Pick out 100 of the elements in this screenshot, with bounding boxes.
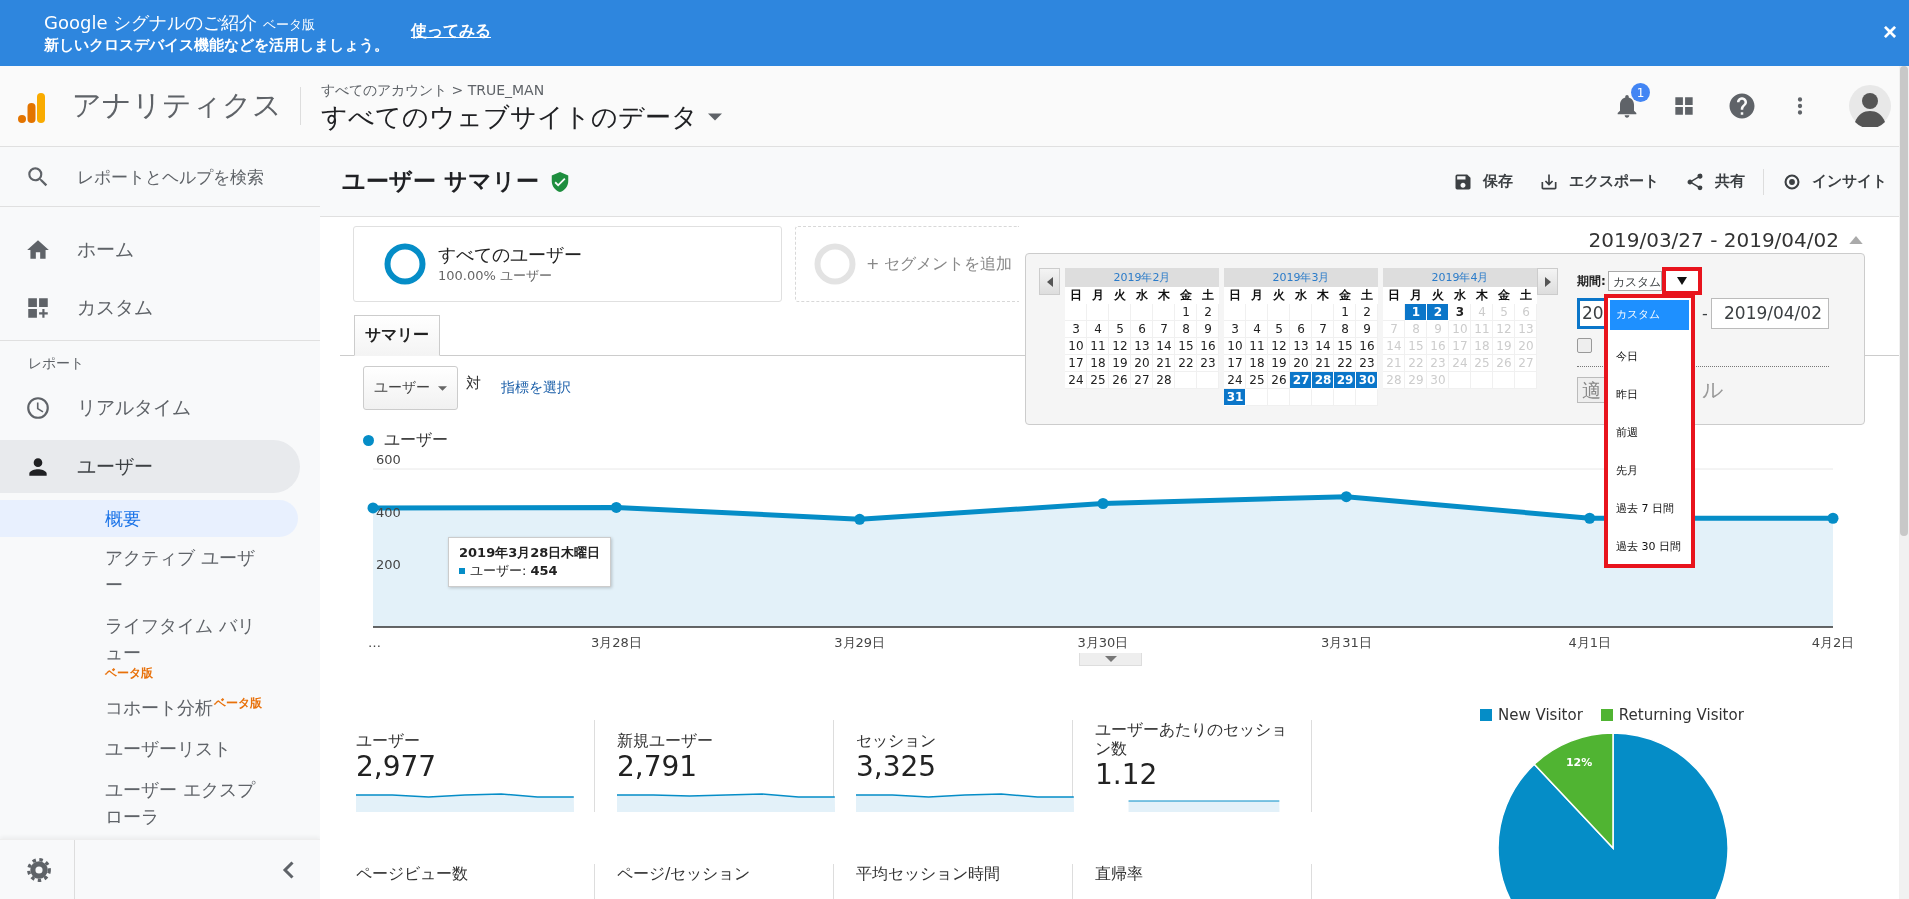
calendar-day[interactable]: 14: [1312, 338, 1334, 355]
calendar-day[interactable]: 22: [1175, 355, 1197, 372]
calendar-day[interactable]: 23: [1356, 355, 1378, 372]
dropdown-option[interactable]: 前週: [1610, 414, 1689, 452]
calendar-day[interactable]: 21: [1153, 355, 1175, 372]
calendar-day[interactable]: 11: [1087, 338, 1109, 355]
period-dropdown[interactable]: カスタム: [1608, 271, 1662, 291]
data-point[interactable]: [1340, 491, 1352, 503]
data-point[interactable]: [1827, 512, 1839, 524]
pie-slice[interactable]: [1497, 732, 1729, 899]
search-field[interactable]: レポートとヘルプを検索: [75, 165, 309, 188]
calendar-day[interactable]: 10: [1224, 338, 1246, 355]
save-button[interactable]: 保存: [1453, 171, 1513, 192]
data-point[interactable]: [854, 513, 866, 525]
calendar-day[interactable]: 21: [1312, 355, 1334, 372]
scrollbar[interactable]: [1899, 66, 1909, 899]
export-button[interactable]: エクスポート: [1539, 171, 1659, 192]
calendar-day[interactable]: 18: [1087, 355, 1109, 372]
close-button[interactable]: ×: [1879, 20, 1901, 44]
nav-item[interactable]: リアルタイム: [0, 379, 300, 437]
tab[interactable]: サマリー: [354, 315, 440, 356]
dropdown-option[interactable]: 昨日: [1610, 376, 1689, 414]
calendar-day[interactable]: 16: [1356, 338, 1378, 355]
calendar-day[interactable]: 20: [1131, 355, 1153, 372]
calendar-day[interactable]: 1: [1175, 304, 1197, 321]
nav-subitem[interactable]: アクティブ ユーザー: [0, 537, 267, 605]
metric-dropdown[interactable]: ユーザー: [363, 366, 458, 410]
end-date-field[interactable]: 2019/04/02: [1711, 298, 1829, 329]
calendar-day[interactable]: 11: [1246, 338, 1268, 355]
calendar-day[interactable]: 13: [1131, 338, 1153, 355]
calendar-day[interactable]: 19: [1109, 355, 1131, 372]
add-segment-card[interactable]: + セグメントを追加: [795, 226, 1019, 302]
calendar-day[interactable]: 29: [1334, 372, 1356, 389]
calendar-day[interactable]: 13: [1290, 338, 1312, 355]
calendar-day[interactable]: 1: [1334, 304, 1356, 321]
try-it-link[interactable]: 使ってみる: [411, 20, 491, 42]
calendar-day[interactable]: 2: [1427, 304, 1449, 321]
calendar-day[interactable]: 28: [1312, 372, 1334, 389]
calendar-day[interactable]: 31: [1224, 389, 1246, 406]
calendar-day[interactable]: 17: [1065, 355, 1087, 372]
calendar-day[interactable]: 9: [1197, 321, 1219, 338]
calendar-day[interactable]: 23: [1197, 355, 1219, 372]
nav-subitem[interactable]: 概要: [0, 500, 298, 537]
calendar-day[interactable]: 15: [1175, 338, 1197, 355]
nav-item[interactable]: ホーム: [0, 221, 300, 279]
calendar-day[interactable]: 25: [1246, 372, 1268, 389]
nav-subitem[interactable]: コホート分析$^{ベータ版}$: [0, 687, 267, 728]
calendar-day[interactable]: 12: [1109, 338, 1131, 355]
nav-subitem[interactable]: ユーザー エクスプローラ: [0, 769, 267, 837]
calendar-day[interactable]: 8: [1334, 321, 1356, 338]
calendar-day[interactable]: 9: [1356, 321, 1378, 338]
calendar-day[interactable]: 24: [1065, 372, 1087, 389]
nav-subitem[interactable]: ユーザーリスト: [0, 728, 267, 769]
select-metric-link[interactable]: 指標を選択: [501, 379, 571, 397]
calendar-day[interactable]: 7: [1312, 321, 1334, 338]
calendar-day[interactable]: 24: [1224, 372, 1246, 389]
nav-item[interactable]: カスタム: [0, 279, 300, 337]
calendar-day[interactable]: 30: [1356, 372, 1378, 389]
calendar-day[interactable]: 18: [1246, 355, 1268, 372]
calendar-day[interactable]: 26: [1268, 372, 1290, 389]
calendar-day[interactable]: 10: [1065, 338, 1087, 355]
calendar-day[interactable]: 3: [1065, 321, 1087, 338]
calendar-day[interactable]: 27: [1131, 372, 1153, 389]
previous-month-button[interactable]: [1039, 268, 1060, 295]
dropdown-option[interactable]: 今日: [1610, 338, 1689, 376]
calendar-day[interactable]: 7: [1153, 321, 1175, 338]
calendar-day[interactable]: 4: [1246, 321, 1268, 338]
calendar-day[interactable]: 28: [1153, 372, 1175, 389]
dropdown-option[interactable]: 過去 30 日間: [1610, 528, 1689, 566]
segment-card[interactable]: すべてのユーザー 100.00% ユーザー: [353, 226, 782, 302]
data-point[interactable]: [1584, 512, 1596, 524]
dropdown-arrow-button[interactable]: [1662, 267, 1702, 295]
calendar-day[interactable]: 1: [1405, 304, 1427, 321]
calendar-day[interactable]: 4: [1087, 321, 1109, 338]
help-icon[interactable]: [1727, 91, 1757, 121]
calendar-day[interactable]: 2: [1356, 304, 1378, 321]
nav-item[interactable]: ユーザー: [0, 440, 300, 493]
settings-icon[interactable]: [26, 856, 52, 883]
caret-icon[interactable]: [708, 113, 722, 121]
calendar-day[interactable]: 16: [1197, 338, 1219, 355]
calendar-day[interactable]: 22: [1334, 355, 1356, 372]
calendar-day[interactable]: 3: [1224, 321, 1246, 338]
calendar-day[interactable]: 3: [1449, 304, 1471, 321]
calendar-day[interactable]: 12: [1268, 338, 1290, 355]
compare-checkbox[interactable]: [1577, 338, 1592, 353]
calendar-day[interactable]: 17: [1224, 355, 1246, 372]
calendar-day[interactable]: 2: [1197, 304, 1219, 321]
breadcrumb[interactable]: すべてのアカウント > TRUE_MAN: [321, 81, 722, 100]
date-range-selector[interactable]: 2019/03/27 - 2019/04/02: [1588, 226, 1863, 254]
calendar-day[interactable]: 15: [1334, 338, 1356, 355]
dropdown-option[interactable]: 先月: [1610, 452, 1689, 490]
calendar-day[interactable]: 27: [1290, 372, 1312, 389]
calendar-day[interactable]: 14: [1153, 338, 1175, 355]
calendar-day[interactable]: 25: [1087, 372, 1109, 389]
nav-subitem[interactable]: ライフタイム バリュー ベータ版: [0, 605, 267, 687]
calendar-day[interactable]: 19: [1268, 355, 1290, 372]
pie-slice[interactable]: [1533, 732, 1614, 849]
start-date-field[interactable]: 20: [1577, 298, 1604, 329]
calendar-day[interactable]: 20: [1290, 355, 1312, 372]
calendar-day[interactable]: 5: [1268, 321, 1290, 338]
